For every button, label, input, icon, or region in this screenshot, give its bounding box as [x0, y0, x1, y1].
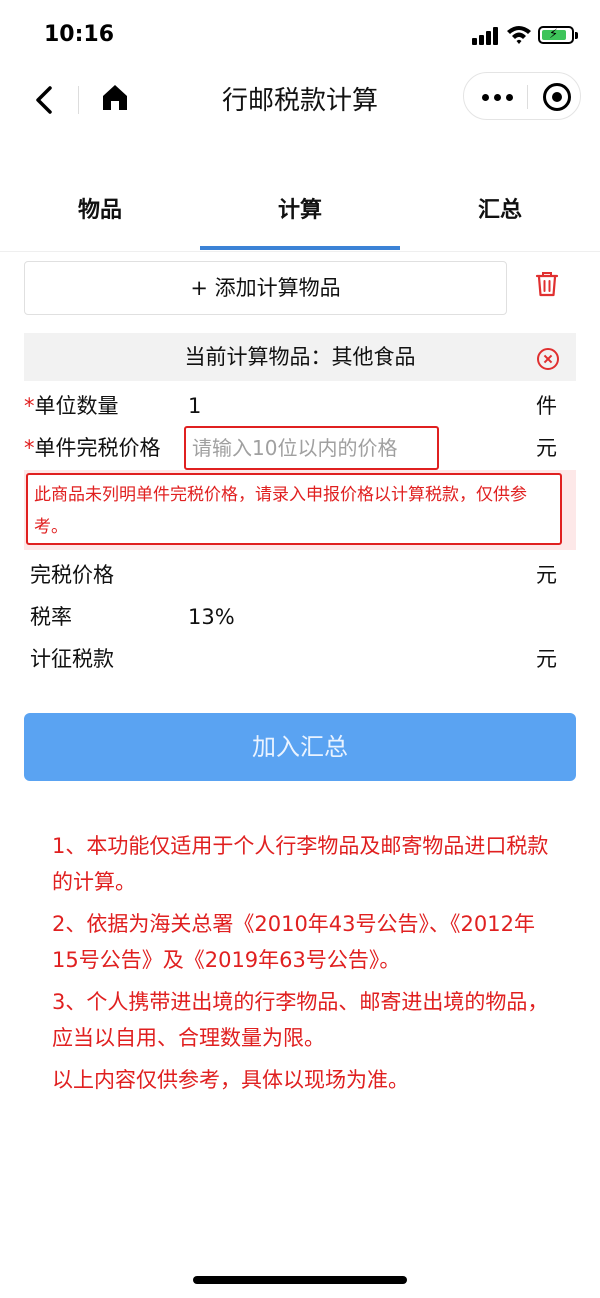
required-mark: *	[24, 436, 35, 460]
taxable-price-row: 完税价格 元	[24, 555, 576, 595]
capsule-divider	[527, 85, 528, 109]
more-icon[interactable]	[480, 82, 516, 110]
add-to-summary-button[interactable]: 加入汇总	[24, 713, 576, 781]
unit-price-unit: 元	[536, 436, 557, 460]
warning-box: 此商品未列明单件完税价格，请录入申报价格以计算税款，仅供参考。	[24, 470, 576, 550]
current-item-header: 当前计算物品：其他食品	[24, 333, 576, 381]
note-item: 以上内容仅供参考，具体以现场为准。	[52, 1068, 409, 1092]
tab-items[interactable]: 物品	[0, 180, 200, 250]
nav-bar: 行邮税款计算	[0, 70, 600, 130]
home-icon[interactable]	[100, 78, 130, 118]
quantity-row: *单位数量 1 件	[24, 386, 576, 426]
page-title: 行邮税款计算	[221, 86, 378, 116]
quantity-value[interactable]: 1	[188, 386, 201, 426]
battery-icon: ⚡	[538, 26, 578, 44]
active-tab-indicator	[200, 246, 400, 250]
unit-price-row: *单件完税价格 元	[24, 426, 576, 470]
nav-divider	[78, 86, 79, 114]
tab-calculate[interactable]: 计算	[200, 180, 400, 250]
mini-program-capsule	[463, 72, 581, 120]
unit-price-input[interactable]	[184, 426, 439, 470]
tax-amount-label: 计征税款	[30, 647, 114, 671]
warning-text: 此商品未列明单件完税价格，请录入申报价格以计算税款，仅供参考。	[26, 473, 562, 545]
note-item: 3、个人携带进出境的行李物品、邮寄进出境的物品，应当以自用、合理数量为限。	[52, 990, 549, 1050]
signal-icon	[472, 27, 500, 45]
tax-amount-unit: 元	[536, 647, 557, 671]
taxable-price-unit: 元	[536, 563, 557, 587]
remove-current-item-icon[interactable]	[537, 348, 559, 370]
close-mini-program-icon[interactable]	[543, 83, 571, 111]
tab-summary[interactable]: 汇总	[400, 180, 600, 250]
home-indicator	[193, 1276, 407, 1284]
required-mark: *	[24, 394, 35, 418]
note-item: 2、依据为海关总署《2010年43号公告》、《2012年15号公告》及《2019…	[52, 912, 535, 972]
quantity-unit: 件	[536, 394, 557, 418]
tax-rate-value: 13%	[188, 605, 235, 629]
status-time: 10:16	[44, 22, 115, 47]
wifi-icon	[507, 26, 531, 44]
status-bar: 10:16 ⚡	[0, 0, 600, 70]
unit-price-label: *单件完税价格	[24, 436, 161, 460]
tax-rate-label: 税率	[30, 605, 72, 629]
taxable-price-label: 完税价格	[30, 563, 114, 587]
tab-bar: 物品 计算 汇总	[0, 180, 600, 252]
tax-amount-row: 计征税款 元	[24, 639, 576, 679]
add-item-button[interactable]: + 添加计算物品	[24, 261, 507, 315]
back-icon[interactable]	[30, 80, 60, 120]
notes: 1、本功能仅适用于个人行李物品及邮寄物品进口税款的计算。 2、依据为海关总署《2…	[52, 828, 552, 1104]
quantity-label: *单位数量	[24, 394, 119, 418]
current-item-label: 当前计算物品：其他食品	[184, 345, 416, 369]
trash-icon[interactable]	[534, 270, 560, 298]
note-item: 1、本功能仅适用于个人行李物品及邮寄物品进口税款的计算。	[52, 834, 549, 894]
tax-rate-row: 税率 13%	[24, 597, 576, 637]
